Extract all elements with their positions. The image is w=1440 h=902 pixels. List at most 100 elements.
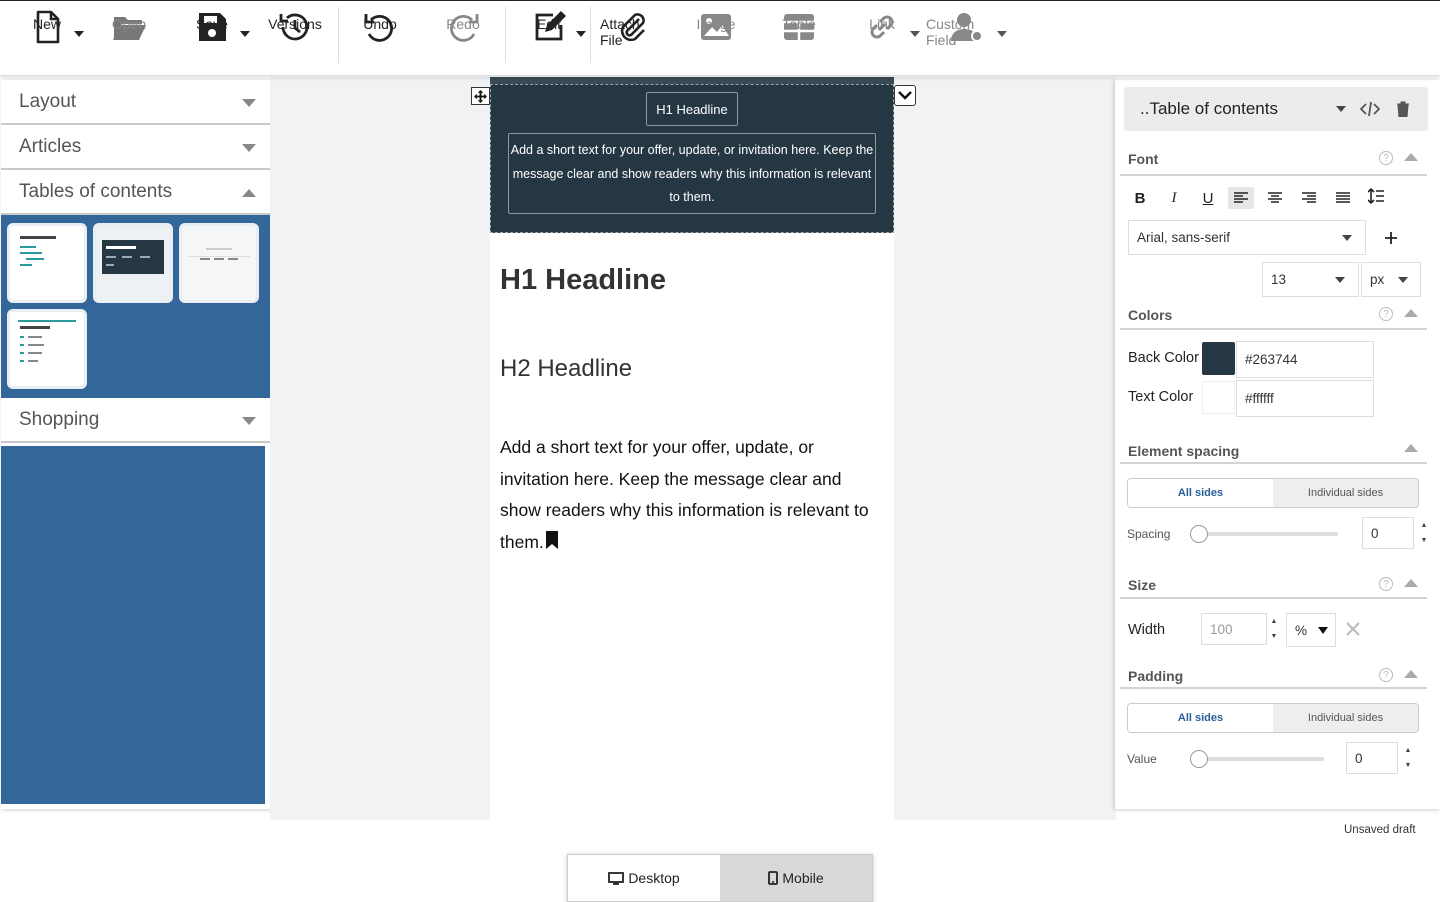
width-unit-select[interactable]: % xyxy=(1286,613,1336,647)
help-icon[interactable]: ? xyxy=(1379,577,1393,591)
versions-button[interactable]: Versions xyxy=(266,1,324,75)
element-select[interactable]: ..Table of contents xyxy=(1124,87,1428,131)
custom-field-button[interactable]: Custom Field xyxy=(926,1,1008,75)
edit-button[interactable]: Edit xyxy=(527,1,571,75)
shopping-panel xyxy=(1,446,265,804)
undo-button[interactable]: Undo xyxy=(358,1,402,75)
toolbar-divider xyxy=(505,7,506,63)
table-label: Table xyxy=(782,16,816,32)
collapse-section-icon[interactable] xyxy=(1404,579,1418,587)
spacing-individual-sides-tab[interactable]: Individual sides xyxy=(1273,479,1418,507)
align-left-button[interactable] xyxy=(1228,187,1254,209)
new-button[interactable]: New xyxy=(26,1,68,75)
decrement-icon[interactable]: ▼ xyxy=(1271,633,1278,640)
link-button[interactable]: Link xyxy=(860,1,904,75)
width-stepper[interactable]: ▲ ▼ xyxy=(1266,614,1282,644)
table-button[interactable]: Table xyxy=(777,1,821,75)
desktop-view-button[interactable]: Desktop xyxy=(568,855,720,901)
padding-slider-track[interactable] xyxy=(1191,757,1324,761)
collapse-section-icon[interactable] xyxy=(1404,309,1418,317)
text-color-value: #ffffff xyxy=(1245,391,1274,406)
help-icon[interactable]: ? xyxy=(1379,668,1393,682)
link-caret-icon[interactable] xyxy=(910,31,920,37)
toc-preview-image xyxy=(10,226,84,300)
collapse-section-icon[interactable] xyxy=(1404,153,1418,161)
clear-width-icon[interactable] xyxy=(1345,621,1361,637)
edit-caret-icon[interactable] xyxy=(576,31,586,37)
add-font-icon[interactable] xyxy=(1384,231,1398,245)
block-options-toggle[interactable] xyxy=(894,85,916,106)
open-button[interactable]: Open xyxy=(108,1,150,75)
toc-block-text[interactable]: Add a short text for your offer, update,… xyxy=(508,133,876,214)
section-divider xyxy=(1120,462,1427,464)
toc-template-thumbnail[interactable] xyxy=(179,223,259,303)
decrement-icon[interactable]: ▼ xyxy=(1421,537,1428,544)
line-height-button[interactable] xyxy=(1363,185,1389,207)
image-button[interactable]: Image xyxy=(694,1,738,75)
align-right-button[interactable] xyxy=(1296,187,1322,209)
increment-icon[interactable]: ▲ xyxy=(1421,522,1428,529)
link-label: Link xyxy=(869,16,895,32)
save-status: Unsaved draft xyxy=(1344,824,1416,836)
spacing-slider-handle[interactable] xyxy=(1190,525,1208,543)
decrement-icon[interactable]: ▼ xyxy=(1405,762,1412,769)
accordion-tables-of-contents[interactable]: Tables of contents xyxy=(1,170,270,215)
spacing-all-sides-tab[interactable]: All sides xyxy=(1128,479,1273,507)
section-divider xyxy=(1120,687,1427,689)
increment-icon[interactable]: ▲ xyxy=(1405,747,1412,754)
align-center-button[interactable] xyxy=(1262,187,1288,209)
text-color-input[interactable]: #ffffff xyxy=(1236,380,1374,417)
code-view-icon[interactable] xyxy=(1360,101,1380,117)
underline-icon: U xyxy=(1202,189,1214,207)
move-handle[interactable] xyxy=(471,87,490,105)
attach-file-button[interactable]: Attach File xyxy=(600,1,666,75)
blocks-sidebar: Layout Articles Tables of contents Shopp… xyxy=(1,80,270,809)
align-justify-button[interactable] xyxy=(1330,187,1356,209)
collapse-section-icon[interactable] xyxy=(1404,444,1418,452)
padding-stepper[interactable]: ▲ ▼ xyxy=(1400,743,1416,773)
custom-field-caret-icon[interactable] xyxy=(997,31,1007,37)
new-caret-icon[interactable] xyxy=(74,31,84,37)
accordion-articles[interactable]: Articles xyxy=(1,125,270,170)
width-input[interactable]: 100 xyxy=(1201,613,1267,645)
save-button[interactable]: Save xyxy=(191,1,233,75)
bold-button[interactable]: B xyxy=(1127,187,1153,209)
canvas-h1-headline[interactable]: H1 Headline xyxy=(500,264,666,297)
padding-value: 0 xyxy=(1355,750,1363,766)
padding-individual-sides-tab[interactable]: Individual sides xyxy=(1273,704,1418,732)
mobile-view-button[interactable]: Mobile xyxy=(720,855,872,901)
italic-button[interactable]: I xyxy=(1161,187,1187,209)
save-caret-icon[interactable] xyxy=(240,31,250,37)
back-color-swatch[interactable] xyxy=(1202,342,1235,375)
canvas-h2-headline[interactable]: H2 Headline xyxy=(500,355,632,383)
trash-icon[interactable] xyxy=(1396,101,1410,117)
text-color-swatch[interactable] xyxy=(1202,381,1235,414)
font-unit-value: px xyxy=(1370,272,1385,287)
accordion-layout[interactable]: Layout xyxy=(1,80,270,125)
help-icon[interactable]: ? xyxy=(1379,151,1393,165)
redo-button[interactable]: Redo xyxy=(441,1,485,75)
mobile-phone-icon xyxy=(768,871,779,885)
collapse-section-icon[interactable] xyxy=(1404,670,1418,678)
underline-button[interactable]: U xyxy=(1195,187,1221,209)
spacing-number-input[interactable]: 0 xyxy=(1362,517,1414,549)
padding-number-input[interactable]: 0 xyxy=(1346,742,1398,774)
canvas-paragraph[interactable]: Add a short text for your offer, update,… xyxy=(500,432,885,558)
font-unit-select[interactable]: px xyxy=(1361,262,1421,297)
accordion-shopping[interactable]: Shopping xyxy=(1,398,270,443)
toc-block-headline[interactable]: H1 Headline xyxy=(646,92,738,126)
toc-template-thumbnail[interactable] xyxy=(7,223,87,303)
padding-slider-handle[interactable] xyxy=(1190,750,1208,768)
toc-template-thumbnail[interactable] xyxy=(93,223,173,303)
toc-template-thumbnail[interactable] xyxy=(7,309,87,389)
increment-icon[interactable]: ▲ xyxy=(1271,618,1278,625)
font-size-select[interactable]: 13 xyxy=(1262,262,1359,297)
padding-all-sides-tab[interactable]: All sides xyxy=(1128,704,1273,732)
spacing-slider-track[interactable] xyxy=(1191,532,1338,536)
back-color-input[interactable]: #263744 xyxy=(1236,341,1374,378)
section-divider xyxy=(1120,597,1427,599)
help-icon[interactable]: ? xyxy=(1379,307,1393,321)
align-center-icon xyxy=(1268,192,1282,203)
font-family-select[interactable]: Arial, sans-serif xyxy=(1128,220,1366,255)
spacing-stepper[interactable]: ▲ ▼ xyxy=(1416,518,1432,548)
